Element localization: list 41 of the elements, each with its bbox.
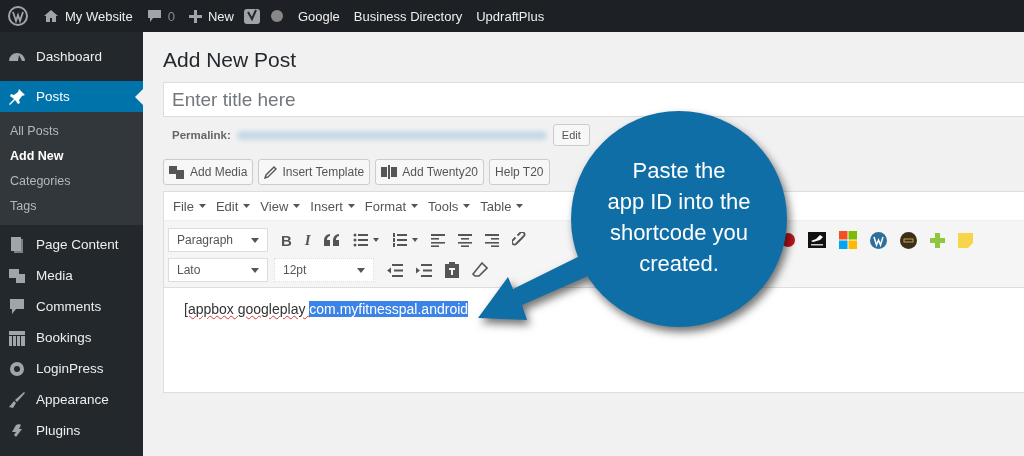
editor-menu-item[interactable]: Edit (210, 198, 256, 214)
font-size-dropdown[interactable]: 12pt (274, 258, 374, 282)
media-button[interactable]: Add Media (163, 159, 254, 185)
editor-menu-item[interactable]: File (168, 198, 211, 214)
comments-link[interactable]: 0 (139, 8, 182, 24)
submenu-item[interactable]: Tags (0, 194, 143, 219)
font-dropdown[interactable]: Lato (168, 258, 268, 282)
media-button[interactable]: Help T20 (489, 159, 550, 185)
site-link[interactable]: My Website (36, 8, 140, 24)
format-dropdown[interactable]: Paragraph (168, 228, 268, 252)
toolbar-link[interactable]: UpdraftPlus (469, 8, 552, 24)
shortcode-text: [appbox googleplay com.myfitnesspal.android (184, 301, 469, 317)
sidebar-item[interactable]: Page Content (0, 229, 143, 260)
editor-menu-item[interactable]: Table (475, 198, 529, 214)
editor-menu-item[interactable]: Insert (305, 198, 360, 214)
edit-button[interactable]: Edit (552, 124, 590, 146)
sidebar-item[interactable]: Posts (0, 81, 143, 112)
callout-text: Paste the app ID into the shortcode you created. (606, 157, 752, 278)
page-title: Add New Post (163, 48, 298, 72)
submenu-item[interactable]: All Posts (0, 119, 143, 144)
editor-menu-item[interactable]: View (255, 198, 306, 214)
submenu-item[interactable]: Add New (0, 144, 143, 169)
sidebar-item[interactable]: Dashboard (0, 41, 143, 72)
sidebar-item[interactable]: Bookings (0, 322, 143, 353)
sidebar-item[interactable]: Media (0, 260, 143, 291)
bold-button[interactable]: B (281, 231, 292, 249)
media-button[interactable]: Insert Template (258, 159, 371, 185)
editor-menu-item[interactable]: Tools (423, 198, 476, 214)
sidebar-item[interactable]: Appearance (0, 384, 143, 415)
sidebar-item[interactable]: Plugins (0, 415, 143, 446)
submenu-item[interactable]: Categories (0, 169, 143, 194)
permalink-label: Permalink: (172, 129, 231, 141)
toolbar-link[interactable]: Google (290, 8, 347, 24)
sidebar-item[interactable]: LoginPress (0, 353, 143, 384)
italic-button[interactable]: I (304, 231, 311, 249)
sidebar-item[interactable]: Comments (0, 291, 143, 322)
media-button[interactable]: Add Twenty20 (375, 159, 485, 185)
title-field[interactable]: Enter title here (163, 82, 1024, 117)
toolbar-link[interactable]: Business Directory (346, 8, 470, 24)
editor-menu-item[interactable]: Format (359, 198, 423, 214)
new-link[interactable]: New (181, 8, 241, 24)
